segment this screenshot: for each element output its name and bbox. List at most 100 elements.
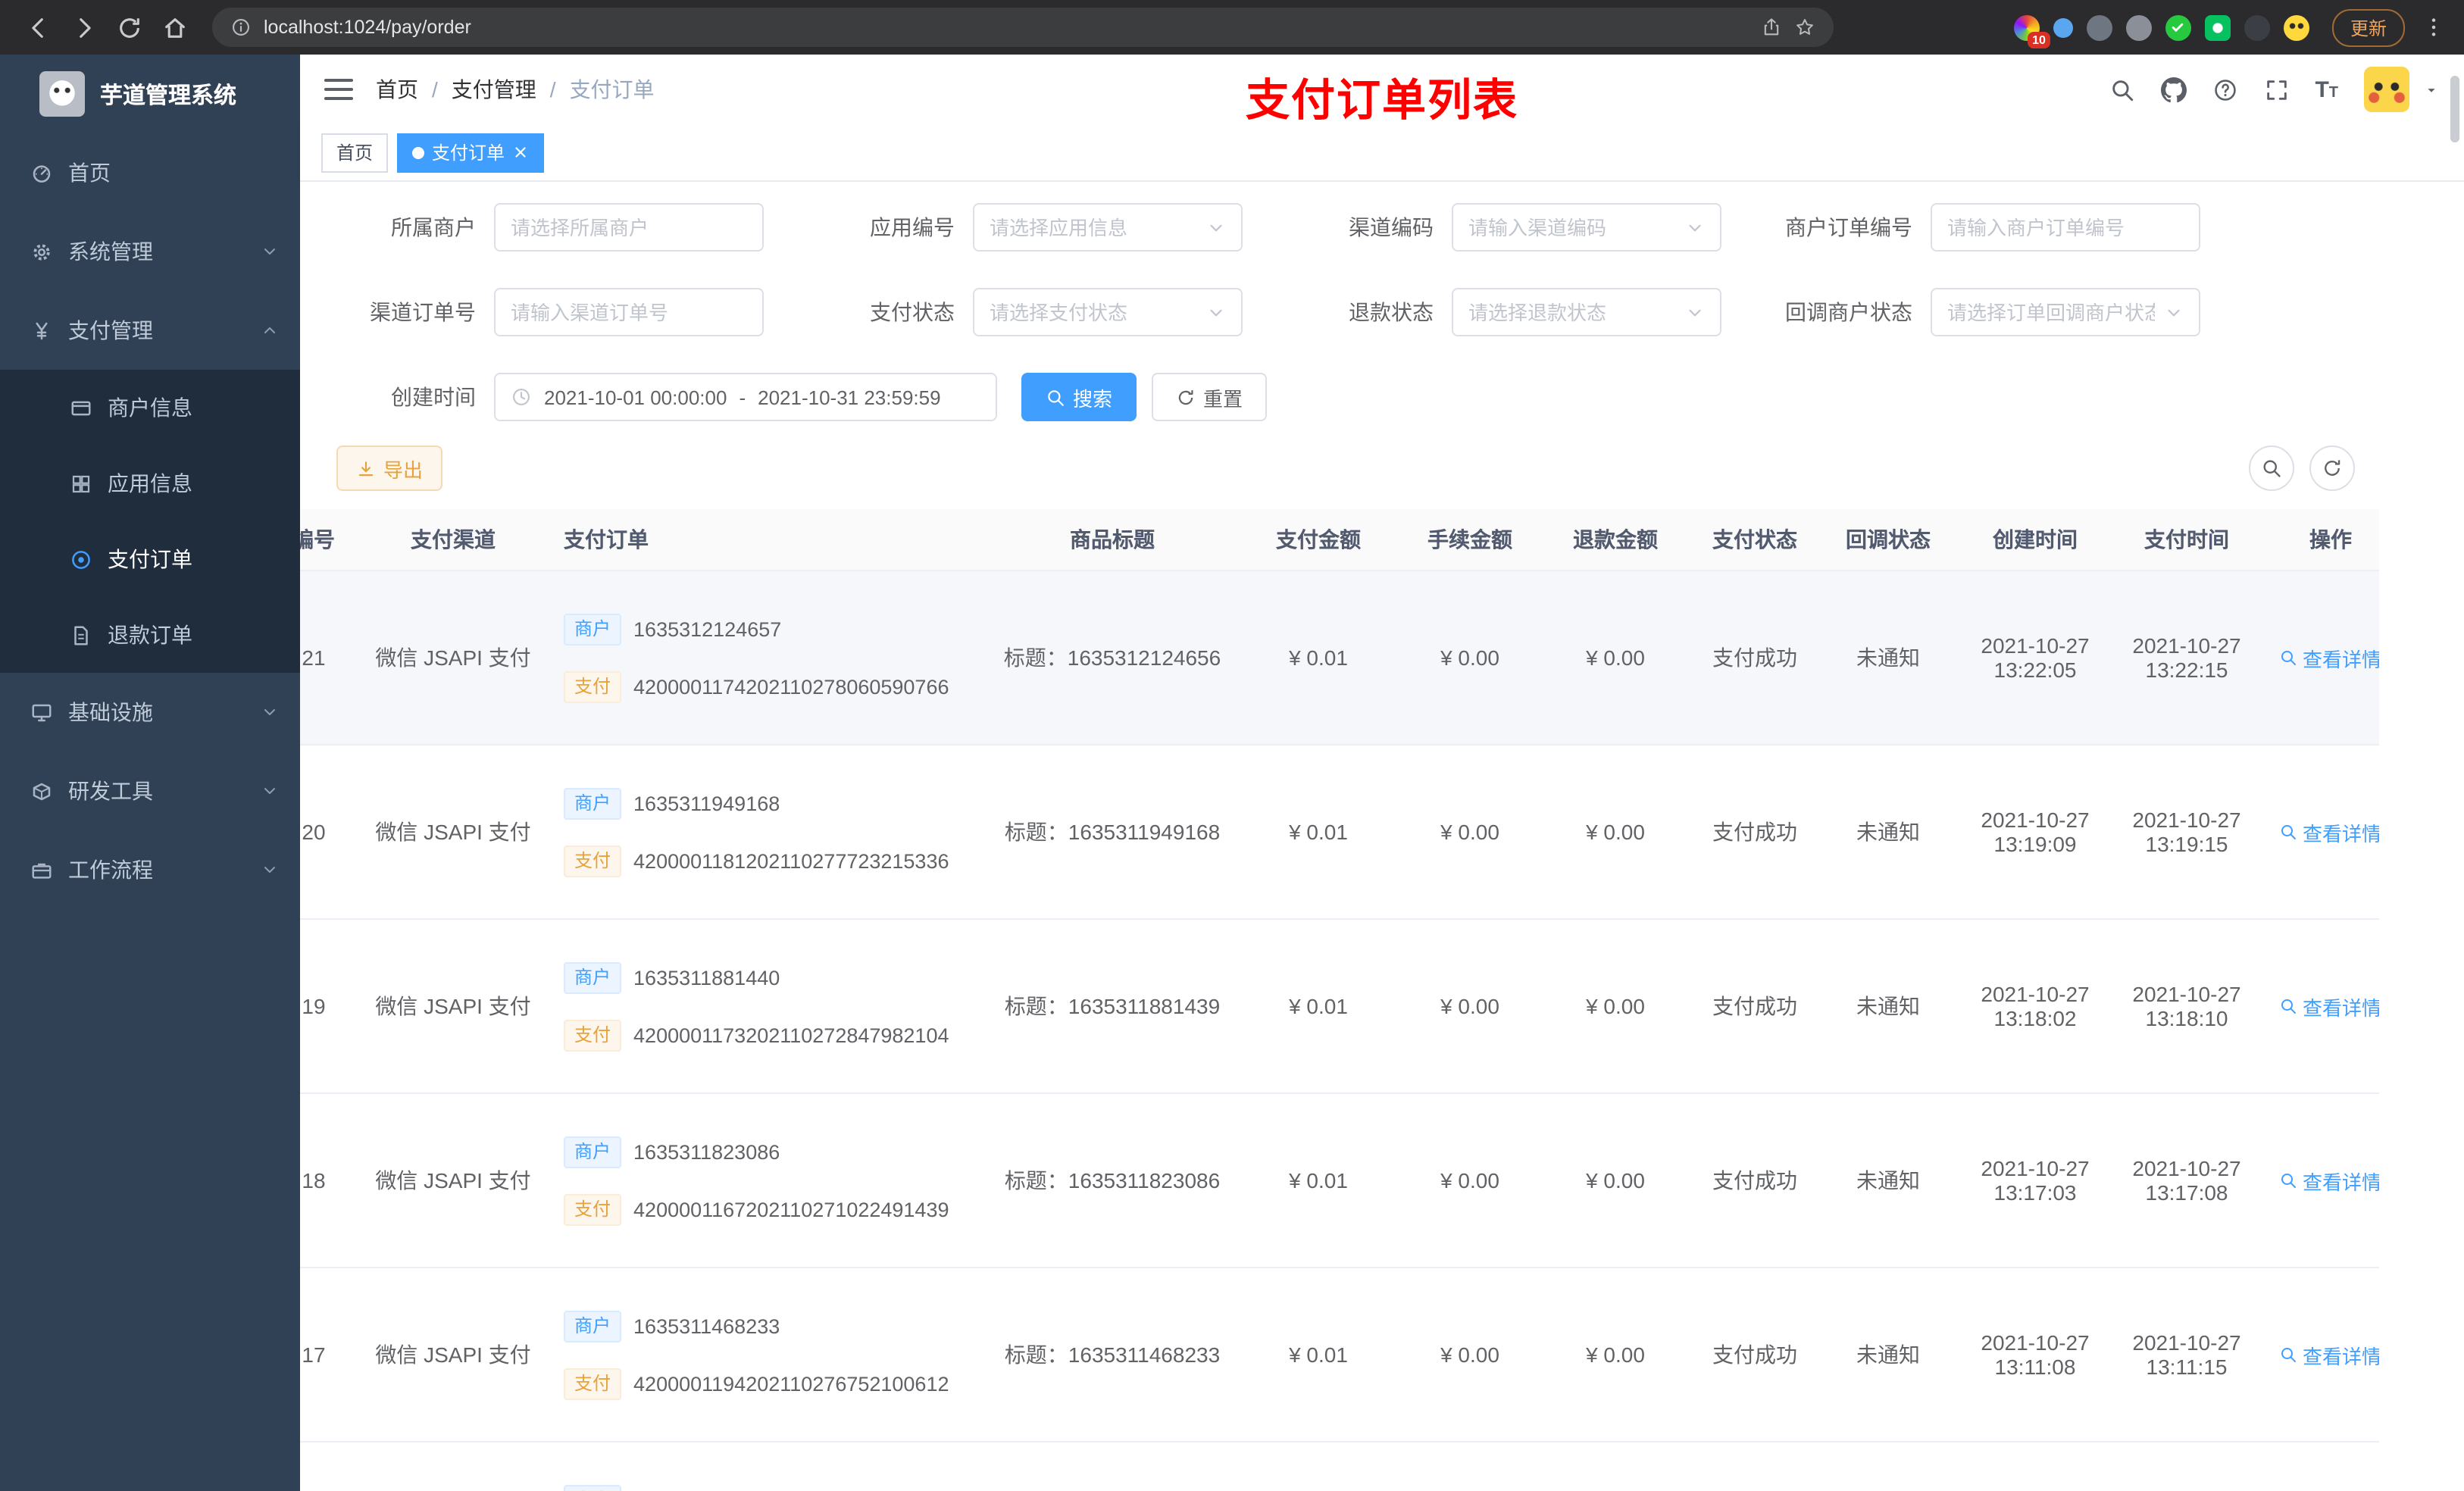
grid-icon xyxy=(70,472,92,495)
sidebar-item-label: 系统管理 xyxy=(68,239,153,264)
sidebar-item-app-info[interactable]: 应用信息 xyxy=(0,445,300,521)
cell-pay-status: 支付成功 xyxy=(1688,745,1821,920)
sidebar-item-refund-order[interactable]: 退款订单 xyxy=(0,597,300,673)
pay-status-select[interactable] xyxy=(973,288,1243,336)
callback-status-select[interactable] xyxy=(1931,288,2200,336)
sidebar-item-pay[interactable]: 支付管理 xyxy=(0,291,300,370)
view-detail-link[interactable]: 查看详情 xyxy=(2280,992,2379,1021)
extension-icon[interactable] xyxy=(2204,14,2231,40)
help-icon[interactable] xyxy=(2212,77,2237,102)
channel-code-input[interactable] xyxy=(1468,216,1676,239)
cell-create-time: 2021-10-27 13:19:09 xyxy=(1955,745,2115,920)
app-no-input[interactable] xyxy=(990,216,1197,239)
merchant-order-no-input[interactable] xyxy=(1947,216,2184,239)
app-no-select[interactable] xyxy=(973,203,1243,252)
extension-icon[interactable] xyxy=(2165,14,2191,40)
browser-update-button[interactable]: 更新 xyxy=(2331,8,2405,46)
scrollbar-thumb[interactable] xyxy=(2450,76,2459,142)
extension-icon[interactable] xyxy=(2283,14,2309,40)
sidebar-item-system[interactable]: 系统管理 xyxy=(0,212,300,291)
browser-chrome: localhost:1024/pay/order 10 更新 xyxy=(0,0,2464,55)
address-bar[interactable]: localhost:1024/pay/order xyxy=(212,8,1834,47)
sidebar-item-workflow[interactable]: 工作流程 xyxy=(0,830,300,909)
browser-back-button[interactable] xyxy=(18,8,58,47)
cell-pay-order: 商户 1635311881440 支付 42000011732021102728479… xyxy=(552,919,985,1094)
chevron-down-icon xyxy=(261,782,279,800)
cell-pay-order: 商户 1635311949168 支付 42000011812021102777232… xyxy=(552,745,985,920)
extension-icon[interactable]: 10 xyxy=(2013,14,2050,48)
gear-icon xyxy=(30,240,53,263)
tag-pay-order[interactable]: 支付订单 xyxy=(397,133,545,172)
merchant-order-no-field[interactable] xyxy=(1931,203,2200,252)
breadcrumb-home[interactable]: 首页 xyxy=(376,74,418,105)
extension-icon[interactable] xyxy=(2244,14,2270,40)
table-row[interactable]: 20 微信 JSAPI 支付 商户 1635311949168 支付 4200001181… xyxy=(300,745,2379,920)
extension-icon[interactable] xyxy=(2086,14,2112,40)
refresh-table-button[interactable] xyxy=(2309,445,2355,491)
cell-pay-time: 2021-10-27 13:18:10 xyxy=(2115,919,2258,1094)
breadcrumb-current: 支付订单 xyxy=(569,77,655,102)
browser-home-button[interactable] xyxy=(155,8,194,47)
date-end[interactable]: 2021-10-31 23:59:59 xyxy=(758,386,940,408)
site-info-icon[interactable] xyxy=(230,17,252,38)
export-button[interactable]: 导出 xyxy=(336,445,443,491)
sidebar-item-devtools[interactable]: 研发工具 xyxy=(0,752,300,830)
create-time-range-picker[interactable]: 2021-10-01 00:00:00 - 2021-10-31 23:59:5… xyxy=(494,373,997,421)
date-separator: - xyxy=(739,386,746,408)
font-size-icon[interactable]: TT xyxy=(2315,78,2338,101)
sidebar-item-merchant-info[interactable]: 商户信息 xyxy=(0,370,300,445)
github-icon[interactable] xyxy=(2160,77,2186,102)
search-icon[interactable] xyxy=(2109,77,2134,102)
field-label: 商户订单编号 xyxy=(1785,215,1912,239)
sidebar: 芋道管理系统 首页 系统管理 支付管理 商户信息 应用信息 支付订单 退款订单 … xyxy=(0,55,300,1491)
channel-order-no-input[interactable] xyxy=(511,301,747,324)
search-button[interactable]: 搜索 xyxy=(1021,373,1137,421)
fullscreen-icon[interactable] xyxy=(2263,77,2289,102)
caret-down-icon[interactable] xyxy=(2423,81,2440,98)
table-row[interactable]: 21 微信 JSAPI 支付 商户 1635312124657 支付 4200001174… xyxy=(300,570,2379,746)
view-detail-link[interactable]: 查看详情 xyxy=(2280,1340,2379,1369)
tag-home[interactable]: 首页 xyxy=(321,133,389,172)
channel-code-select[interactable] xyxy=(1452,203,1721,252)
extension-icon[interactable] xyxy=(2053,17,2073,37)
sidebar-item-pay-order[interactable]: 支付订单 xyxy=(0,521,300,597)
table-row-partial[interactable]: 商户1635311157136 xyxy=(300,1442,2379,1491)
merchant-input[interactable] xyxy=(511,216,747,239)
merchant-select[interactable] xyxy=(494,203,764,252)
app-title: 芋道管理系统 xyxy=(100,83,237,108)
view-detail-link[interactable]: 查看详情 xyxy=(2280,1166,2379,1195)
field-label: 回调商户状态 xyxy=(1785,300,1912,324)
date-start[interactable]: 2021-10-01 00:00:00 xyxy=(544,386,727,408)
extension-icon[interactable] xyxy=(2125,14,2152,40)
cell-order-id: 20 xyxy=(300,745,355,920)
close-icon[interactable] xyxy=(512,144,529,161)
browser-menu-icon[interactable] xyxy=(2422,14,2446,41)
avatar[interactable] xyxy=(2364,67,2409,112)
cell-pay-status xyxy=(1688,1442,1821,1491)
breadcrumb-pay[interactable]: 支付管理 xyxy=(452,74,536,105)
cell-create-time: 2021-10-27 13:11:08 xyxy=(1955,1268,2115,1443)
refund-status-input[interactable] xyxy=(1468,301,1676,324)
view-detail-link[interactable]: 查看详情 xyxy=(2280,643,2379,672)
sidebar-toggle-button[interactable] xyxy=(324,79,353,100)
refund-status-select[interactable] xyxy=(1452,288,1721,336)
table-row[interactable]: 19 微信 JSAPI 支付 商户 1635311881440 支付 4200001173… xyxy=(300,919,2379,1094)
cell-fee-amount: ¥ 0.00 xyxy=(1397,745,1543,920)
sidebar-item-infra[interactable]: 基础设施 xyxy=(0,673,300,752)
chevron-down-icon xyxy=(261,242,279,261)
toggle-search-button[interactable] xyxy=(2249,445,2294,491)
share-icon[interactable] xyxy=(1761,17,1782,38)
table-row[interactable]: 17 微信 JSAPI 支付 商户 1635311468233 支付 4200001194… xyxy=(300,1268,2379,1443)
callback-status-input[interactable] xyxy=(1947,301,2155,324)
bookmark-star-icon[interactable] xyxy=(1794,17,1815,38)
reset-button[interactable]: 重置 xyxy=(1152,373,1268,421)
cell-pay-channel xyxy=(355,1442,552,1491)
table-row[interactable]: 18 微信 JSAPI 支付 商户 1635311823086 支付 4200001167… xyxy=(300,1093,2379,1268)
pay-status-input[interactable] xyxy=(990,301,1197,324)
browser-forward-button[interactable] xyxy=(64,8,103,47)
view-detail-link[interactable]: 查看详情 xyxy=(2280,817,2379,846)
app-logo[interactable]: 芋道管理系统 xyxy=(0,55,300,133)
channel-order-no-field[interactable] xyxy=(494,288,764,336)
browser-reload-button[interactable] xyxy=(109,8,149,47)
sidebar-item-home[interactable]: 首页 xyxy=(0,133,300,212)
